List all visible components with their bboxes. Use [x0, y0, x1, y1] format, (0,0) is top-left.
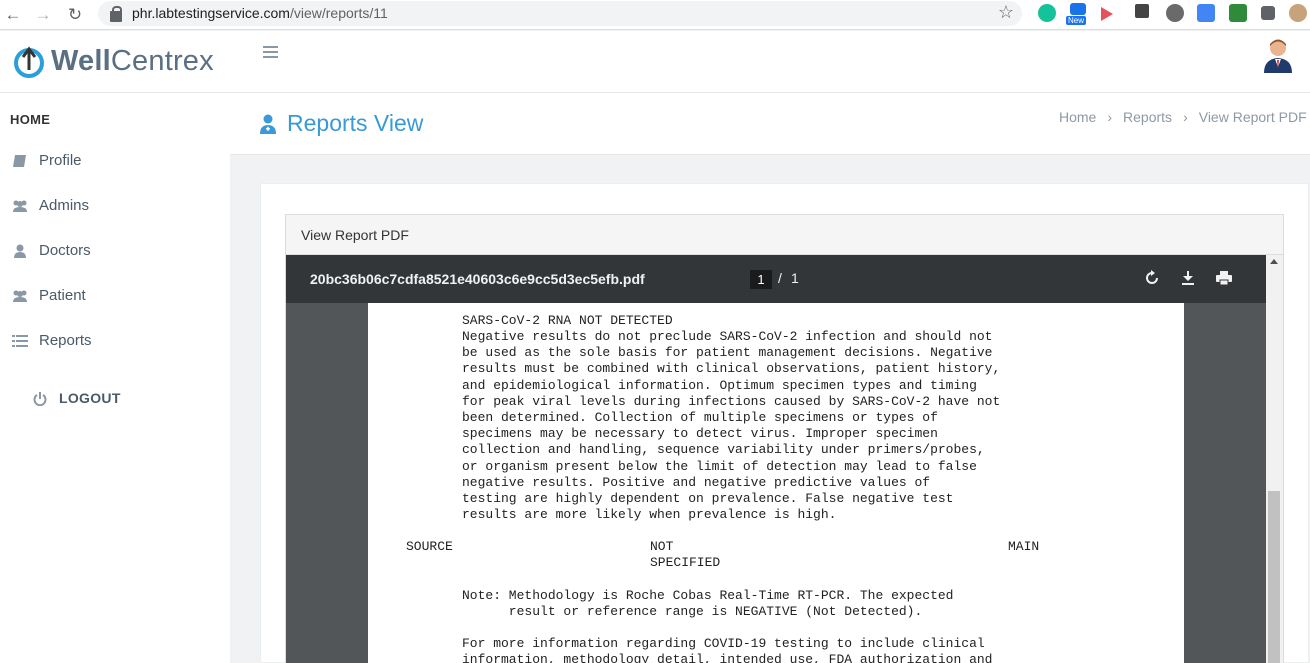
page-total: 1 — [791, 270, 799, 286]
menu-toggle-icon[interactable] — [263, 46, 278, 58]
page-title: Reports View — [287, 110, 424, 136]
source-value: NOT SPECIFIED — [650, 539, 721, 571]
pdf-toolbar: 20bc36b06c7cdfa8521e40603c6e9cc5d3ec5efb… — [286, 255, 1266, 303]
grammarly-icon[interactable] — [1038, 4, 1056, 22]
breadcrumb-current: View Report PDF — [1198, 109, 1307, 125]
new-badge: New — [1066, 16, 1087, 25]
book-icon — [13, 155, 26, 167]
sidebar-item-label: Patient — [39, 287, 86, 304]
scrollbar[interactable] — [1266, 255, 1283, 663]
pdf-viewer[interactable]: 20bc36b06c7cdfa8521e40603c6e9cc5d3ec5efb… — [286, 255, 1266, 663]
page-title-bar: Reports View Home › Reports › View Report PD… — [230, 93, 1310, 155]
scroll-up-icon[interactable] — [1270, 259, 1278, 264]
result-heading: SARS-CoV-2 RNA NOT DETECTED — [462, 313, 673, 328]
print-icon[interactable] — [1215, 269, 1233, 287]
logout-label: LOGOUT — [59, 390, 121, 406]
forward-icon[interactable]: → — [32, 4, 54, 26]
breadcrumb-reports[interactable]: Reports — [1123, 109, 1172, 125]
user-avatar[interactable] — [1262, 37, 1294, 73]
user-md-icon — [260, 114, 276, 134]
app-header: WellCentrex — [0, 31, 1310, 93]
address-bar[interactable]: phr.labtestingservice.com/view/reports/1… — [98, 1, 1022, 26]
list-icon — [12, 335, 28, 347]
users-icon — [13, 290, 27, 302]
breadcrumb-home[interactable]: Home — [1059, 109, 1096, 125]
page-number-input[interactable]: 1 — [750, 270, 772, 289]
rotate-icon[interactable] — [1143, 269, 1161, 287]
page-separator: / — [778, 270, 782, 286]
methodology-note: Note: Methodology is Roche Cobas Real-Ti… — [462, 588, 954, 620]
pen-extension-icon[interactable] — [1135, 4, 1149, 18]
breadcrumb: Home › Reports › View Report PDF — [1059, 109, 1307, 125]
sidebar-item-label: Reports — [39, 332, 92, 349]
extension-icon[interactable] — [1070, 3, 1086, 15]
url-text: phr.labtestingservice.com/view/reports/1… — [132, 5, 388, 21]
sidebar-home[interactable]: HOME — [10, 112, 50, 127]
panel-header: View Report PDF — [286, 215, 1283, 255]
gear-extension-icon[interactable] — [1166, 4, 1184, 22]
more-info-text: For more information regarding COVID-19 … — [462, 636, 993, 663]
power-icon — [33, 392, 47, 406]
source-location: MAIN — [1008, 539, 1040, 554]
back-icon[interactable]: ← — [2, 4, 24, 26]
brand-name[interactable]: WellCentrex — [51, 45, 214, 78]
users-icon — [13, 200, 27, 212]
user-md-icon — [14, 244, 26, 258]
sidebar: HOME Profile Admins Doctors Patient Repo… — [0, 93, 230, 663]
result-paragraph: Negative results do not preclude SARS-Co… — [462, 329, 1001, 523]
bookmark-star-icon[interactable]: ☆ — [998, 2, 1014, 23]
source-label: SOURCE — [406, 539, 453, 554]
chevron-right-icon: › — [1107, 109, 1113, 125]
profile-avatar-icon[interactable] — [1289, 4, 1307, 22]
panel-title: View Report PDF — [301, 227, 409, 243]
wellcentrex-logo-icon — [14, 46, 44, 78]
chevron-right-icon: › — [1183, 109, 1188, 125]
pdf-page: SARS-CoV-2 RNA NOT DETECTED Negative res… — [368, 303, 1184, 663]
download-icon[interactable] — [1179, 269, 1197, 287]
pdf-file-name: 20bc36b06c7cdfa8521e40603c6e9cc5d3ec5efb… — [310, 271, 645, 287]
translate-icon[interactable] — [1197, 4, 1215, 22]
puzzle-icon[interactable] — [1261, 6, 1275, 20]
reload-icon[interactable]: ↻ — [64, 4, 86, 26]
sidebar-item-label: Admins — [39, 197, 90, 214]
sidebar-item-label: Profile — [39, 152, 82, 169]
play-extension-icon[interactable] — [1101, 7, 1113, 21]
browser-toolbar: ← → ↻ phr.labtestingservice.com/view/rep… — [0, 0, 1310, 30]
lock-icon — [110, 6, 122, 22]
tree-extension-icon[interactable] — [1229, 4, 1247, 22]
sidebar-item-label: Doctors — [39, 242, 91, 259]
scroll-thumb[interactable] — [1268, 491, 1280, 663]
